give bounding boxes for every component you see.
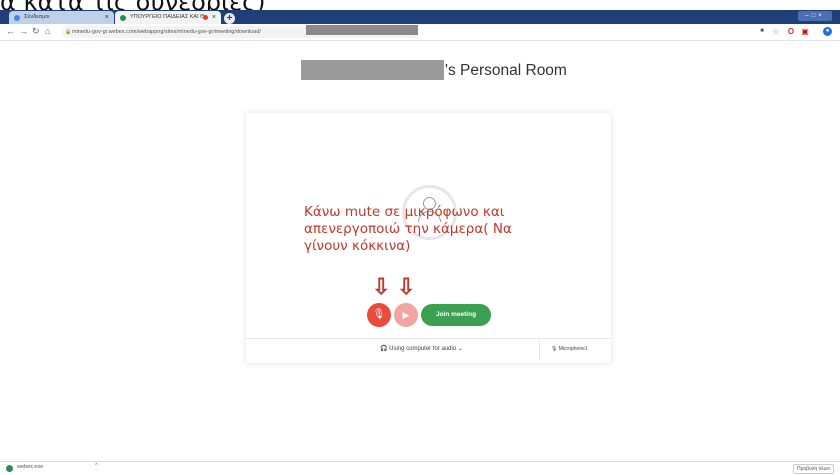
recording-indicator-icon — [203, 15, 208, 20]
personal-room-title: 's Personal Room — [301, 60, 567, 82]
join-meeting-button[interactable]: Join meeting — [421, 304, 491, 326]
browser-tabstrip: Σύνδεσμοι × ΥΠΟΥΡΓΕΙΟ ΠΑΙΔΕΙΑΣ ΚΑΙ Θ × +… — [0, 10, 840, 24]
close-tab-icon[interactable]: × — [212, 11, 216, 24]
audio-label: Using computer for audio — [389, 346, 457, 352]
reload-icon[interactable]: ↻ — [32, 26, 40, 37]
microphone-small-icon: 🎙 — [551, 346, 558, 352]
camera-permission-icon[interactable]: ■ — [758, 27, 766, 36]
chevron-up-icon[interactable]: ^ — [95, 463, 98, 469]
stop-video-button[interactable]: ▶ — [394, 303, 418, 327]
show-all-downloads-button[interactable]: Προβολή όλων — [793, 464, 834, 474]
links-favicon-icon — [14, 15, 20, 21]
audio-connection-select[interactable]: 🎧 Using computer for audio ⌄ — [380, 343, 463, 355]
pdf-extension-icon[interactable]: ▣ — [801, 27, 809, 36]
annotation-arrow-down-icon: ⇩ — [397, 274, 416, 299]
browser-toolbar: ← → ↻ ⌂ 🔒 minedu-gov-gr.webex.com/webapp… — [0, 24, 840, 41]
home-icon[interactable]: ⌂ — [45, 26, 50, 36]
lock-icon: 🔒 — [65, 29, 72, 35]
personal-room-label: 's Personal Room — [445, 62, 567, 79]
microphone-label: Microphone1 — [558, 346, 588, 352]
profile-icon[interactable]: ● — [823, 27, 832, 36]
panel-vertical-divider — [539, 340, 540, 360]
screen: α κατά τις συνεδρίες) Σύνδεσμοι × ΥΠΟΥΡΓ… — [0, 0, 840, 475]
redacted-host-name — [301, 60, 444, 80]
webex-favicon-icon — [120, 15, 126, 21]
chevron-down-icon: ⌄ — [457, 346, 463, 352]
tab-label: ΥΠΟΥΡΓΕΙΟ ΠΑΙΔΕΙΑΣ ΚΑΙ Θ — [130, 14, 205, 20]
close-tab-icon[interactable]: × — [105, 11, 109, 24]
download-file-name[interactable]: webex.exe — [17, 464, 43, 470]
headset-icon: 🎧 — [380, 346, 388, 352]
opera-extension-icon[interactable]: O — [787, 27, 795, 36]
bookmark-star-icon[interactable]: ☆ — [772, 27, 780, 36]
tab-ministry[interactable]: ΥΠΟΥΡΓΕΙΟ ΠΑΙΔΕΙΑΣ ΚΑΙ Θ × — [115, 11, 221, 24]
download-shelf: webex.exe ^ Προβολή όλων — [0, 461, 840, 475]
microphone-select[interactable]: 🎙 Microphone1 — [551, 343, 588, 355]
url-text: minedu-gov-gr.webex.com/webappng/sites/m… — [72, 29, 261, 35]
camera-icon: ▶ — [402, 310, 410, 320]
annotation-arrow-down-icon: ⇩ — [372, 274, 391, 299]
tab-label: Σύνδεσμοι — [24, 14, 50, 20]
tab-links[interactable]: Σύνδεσμοι × — [9, 11, 114, 24]
instruction-annotation: Κάνω mute σε μικρόφωνο και απενεργοποιώ … — [304, 204, 512, 254]
back-arrow-icon[interactable]: ← — [6, 26, 15, 36]
window-controls[interactable]: –□× — [798, 11, 832, 21]
redacted-url-part — [306, 25, 418, 35]
mute-microphone-button[interactable]: 🎙 — [367, 303, 391, 327]
forward-arrow-icon[interactable]: → — [19, 26, 28, 36]
microphone-icon: 🎙 — [372, 309, 386, 320]
new-tab-button[interactable]: + — [224, 13, 235, 24]
panel-divider — [246, 338, 611, 339]
download-file-icon — [6, 465, 13, 472]
